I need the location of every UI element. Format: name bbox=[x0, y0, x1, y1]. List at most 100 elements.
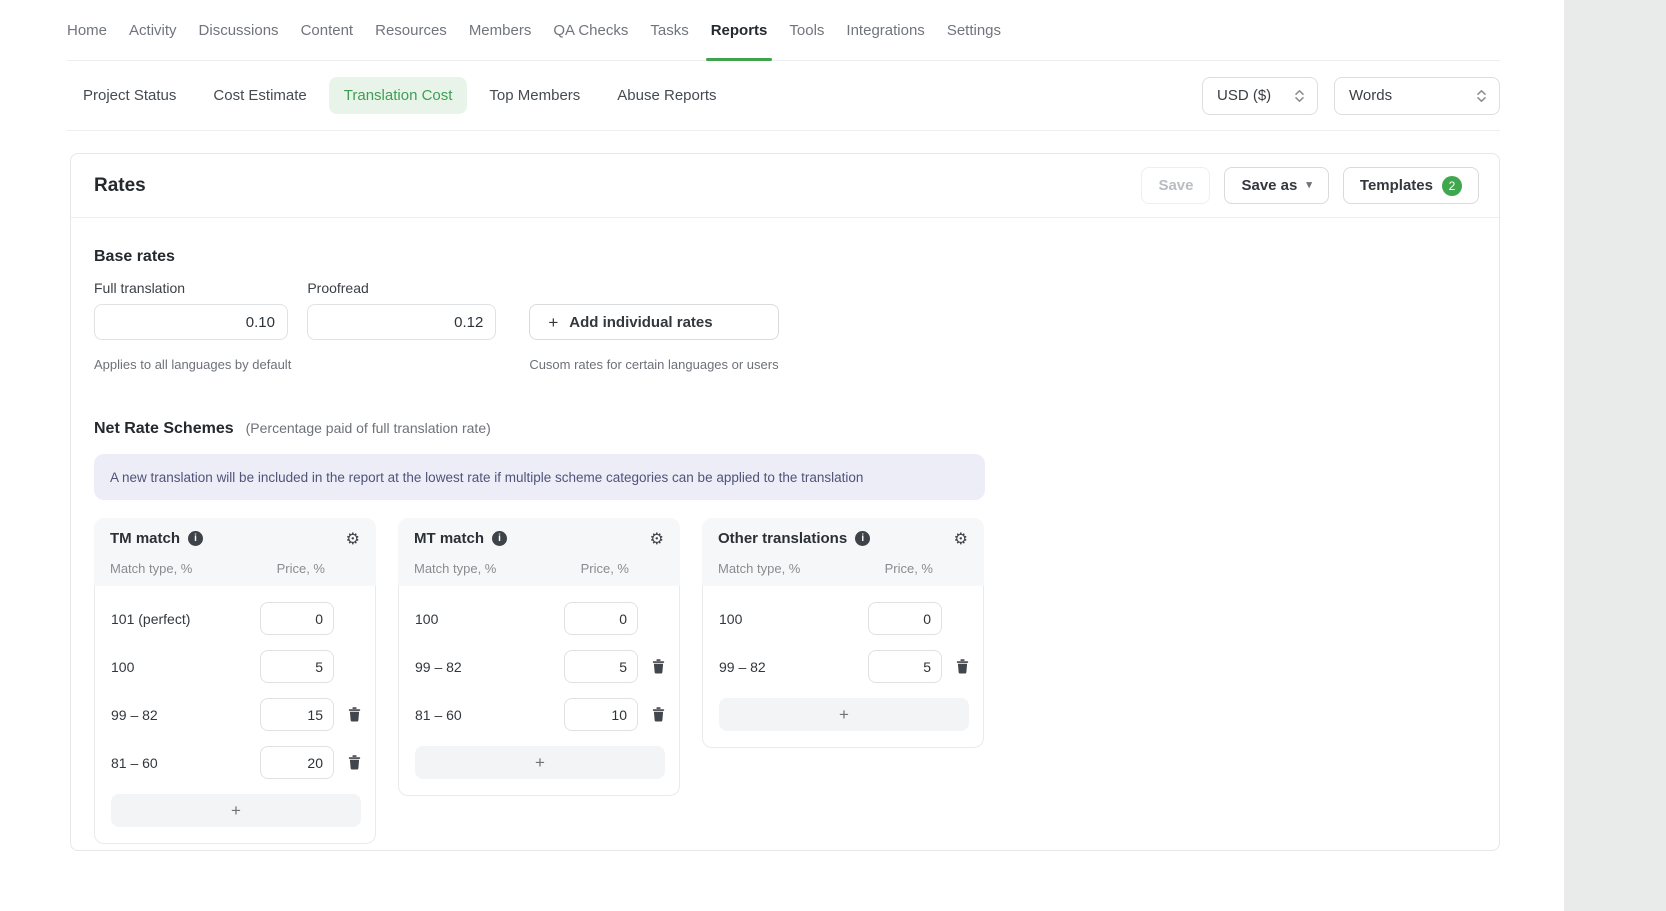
proofread-field: Proofread bbox=[307, 280, 496, 340]
table-row: 99 – 82 bbox=[719, 650, 969, 683]
templates-count-badge: 2 bbox=[1442, 176, 1462, 196]
price-input[interactable] bbox=[260, 602, 334, 635]
price-column-header: Price, % bbox=[867, 561, 941, 576]
price-input[interactable] bbox=[260, 650, 334, 683]
page-title: Rates bbox=[94, 175, 146, 197]
tab-translation-cost[interactable]: Translation Cost bbox=[329, 77, 468, 114]
reports-subnav: Project Status Cost Estimate Translation… bbox=[67, 61, 1500, 131]
price-input[interactable] bbox=[564, 650, 638, 683]
add-individual-rates-label: Add individual rates bbox=[569, 314, 712, 331]
gear-icon[interactable]: ⚙ bbox=[346, 531, 360, 547]
report-unit-select-value: Words bbox=[1349, 87, 1392, 104]
delete-row-button[interactable] bbox=[956, 659, 969, 674]
delete-row-button[interactable] bbox=[652, 707, 665, 722]
gear-icon[interactable]: ⚙ bbox=[650, 531, 664, 547]
mt-match-title-row: MT match i ⚙ bbox=[414, 530, 664, 547]
nav-item-qa-checks[interactable]: QA Checks bbox=[553, 0, 628, 60]
tab-abuse-reports[interactable]: Abuse Reports bbox=[617, 87, 716, 104]
price-input[interactable] bbox=[564, 698, 638, 731]
lowest-rate-info-banner: A new translation will be included in th… bbox=[94, 454, 985, 500]
proofread-input[interactable] bbox=[307, 304, 496, 340]
nav-item-reports[interactable]: Reports bbox=[711, 0, 768, 60]
nav-item-tools[interactable]: Tools bbox=[789, 0, 824, 60]
other-translations-card: Other translations i ⚙ Match type, % Pri… bbox=[702, 518, 984, 748]
base-rates-heading: Base rates bbox=[94, 248, 1476, 266]
match-type-column-header: Match type, % bbox=[110, 561, 245, 576]
trash-icon bbox=[348, 707, 361, 722]
nav-item-integrations[interactable]: Integrations bbox=[846, 0, 924, 60]
mt-match-card: MT match i ⚙ Match type, % Price, % bbox=[398, 518, 680, 796]
currency-select[interactable]: USD ($) bbox=[1202, 77, 1318, 115]
match-type-label: 100 bbox=[111, 659, 246, 675]
other-translations-title-row: Other translations i ⚙ bbox=[718, 530, 968, 547]
templates-button[interactable]: Templates 2 bbox=[1343, 167, 1479, 204]
table-row: 99 – 82 bbox=[415, 650, 665, 683]
add-individual-rates-button[interactable]: + Add individual rates bbox=[529, 304, 778, 340]
price-input[interactable] bbox=[868, 602, 942, 635]
individual-rates-column: + Add individual rates Cusom rates for c… bbox=[529, 280, 778, 372]
add-individual-rates-hint: Cusom rates for certain languages or use… bbox=[529, 357, 778, 372]
tab-top-members[interactable]: Top Members bbox=[489, 87, 580, 104]
table-row: 100 bbox=[415, 602, 665, 635]
info-icon[interactable]: i bbox=[855, 531, 870, 546]
plus-icon: + bbox=[535, 753, 545, 773]
mt-match-column-headers: Match type, % Price, % bbox=[414, 561, 664, 576]
table-row: 100 bbox=[719, 602, 969, 635]
info-icon[interactable]: i bbox=[492, 531, 507, 546]
net-rate-schemes-header: Net Rate Schemes (Percentage paid of ful… bbox=[94, 420, 1476, 438]
info-icon[interactable]: i bbox=[188, 531, 203, 546]
tm-match-title: TM match bbox=[110, 530, 180, 547]
mt-match-card-header: MT match i ⚙ Match type, % Price, % bbox=[398, 518, 680, 586]
price-input[interactable] bbox=[868, 650, 942, 683]
base-rates-section: Base rates Full translation Applies to a… bbox=[94, 218, 1476, 372]
gear-icon[interactable]: ⚙ bbox=[954, 531, 968, 547]
nav-item-settings[interactable]: Settings bbox=[947, 0, 1001, 60]
rates-panel-body: Base rates Full translation Applies to a… bbox=[71, 218, 1499, 844]
nav-item-members[interactable]: Members bbox=[469, 0, 532, 60]
match-type-label: 99 – 82 bbox=[719, 659, 854, 675]
add-scheme-row-button[interactable]: + bbox=[415, 746, 665, 779]
delete-row-button[interactable] bbox=[652, 659, 665, 674]
delete-row-button[interactable] bbox=[348, 707, 361, 722]
window-background-strip bbox=[1564, 0, 1666, 911]
plus-icon: + bbox=[839, 705, 849, 725]
trash-icon bbox=[652, 659, 665, 674]
delete-row-button[interactable] bbox=[348, 755, 361, 770]
tm-match-card-body: 101 (perfect) 100 99 – 82 bbox=[94, 586, 376, 844]
save-button[interactable]: Save bbox=[1141, 167, 1210, 204]
price-input[interactable] bbox=[260, 698, 334, 731]
report-tabs: Project Status Cost Estimate Translation… bbox=[83, 77, 717, 114]
full-translation-hint: Applies to all languages by default bbox=[94, 357, 291, 372]
tab-project-status[interactable]: Project Status bbox=[83, 87, 176, 104]
nav-item-activity[interactable]: Activity bbox=[129, 0, 177, 60]
price-input[interactable] bbox=[564, 602, 638, 635]
nav-item-home[interactable]: Home bbox=[67, 0, 107, 60]
match-type-label: 100 bbox=[415, 611, 550, 627]
select-arrows-icon bbox=[1294, 88, 1305, 104]
nav-item-resources[interactable]: Resources bbox=[375, 0, 447, 60]
page-content: Home Activity Discussions Content Resour… bbox=[0, 0, 1564, 851]
plus-icon: + bbox=[231, 801, 241, 821]
add-scheme-row-button[interactable]: + bbox=[719, 698, 969, 731]
nav-item-discussions[interactable]: Discussions bbox=[199, 0, 279, 60]
tm-match-card-header: TM match i ⚙ Match type, % Price, % bbox=[94, 518, 376, 586]
nav-item-content[interactable]: Content bbox=[301, 0, 354, 60]
table-row: 99 – 82 bbox=[111, 698, 361, 731]
other-translations-title: Other translations bbox=[718, 530, 847, 547]
save-button-label: Save bbox=[1158, 177, 1193, 194]
net-rate-schemes-subheading: (Percentage paid of full translation rat… bbox=[246, 420, 491, 436]
full-translation-input[interactable] bbox=[94, 304, 288, 340]
price-input[interactable] bbox=[260, 746, 334, 779]
rates-panel-actions: Save Save as ▾ Templates 2 bbox=[1141, 167, 1479, 204]
mt-match-title: MT match bbox=[414, 530, 484, 547]
select-arrows-icon bbox=[1476, 88, 1487, 104]
nav-item-tasks[interactable]: Tasks bbox=[650, 0, 688, 60]
nav-item-reports-label: Reports bbox=[711, 22, 768, 39]
save-as-button-label: Save as bbox=[1241, 177, 1297, 194]
base-rates-fields: Full translation Applies to all language… bbox=[94, 280, 1476, 372]
tab-cost-estimate[interactable]: Cost Estimate bbox=[213, 87, 306, 104]
match-type-label: 100 bbox=[719, 611, 854, 627]
add-scheme-row-button[interactable]: + bbox=[111, 794, 361, 827]
report-unit-select[interactable]: Words bbox=[1334, 77, 1500, 115]
save-as-button[interactable]: Save as ▾ bbox=[1224, 167, 1328, 204]
